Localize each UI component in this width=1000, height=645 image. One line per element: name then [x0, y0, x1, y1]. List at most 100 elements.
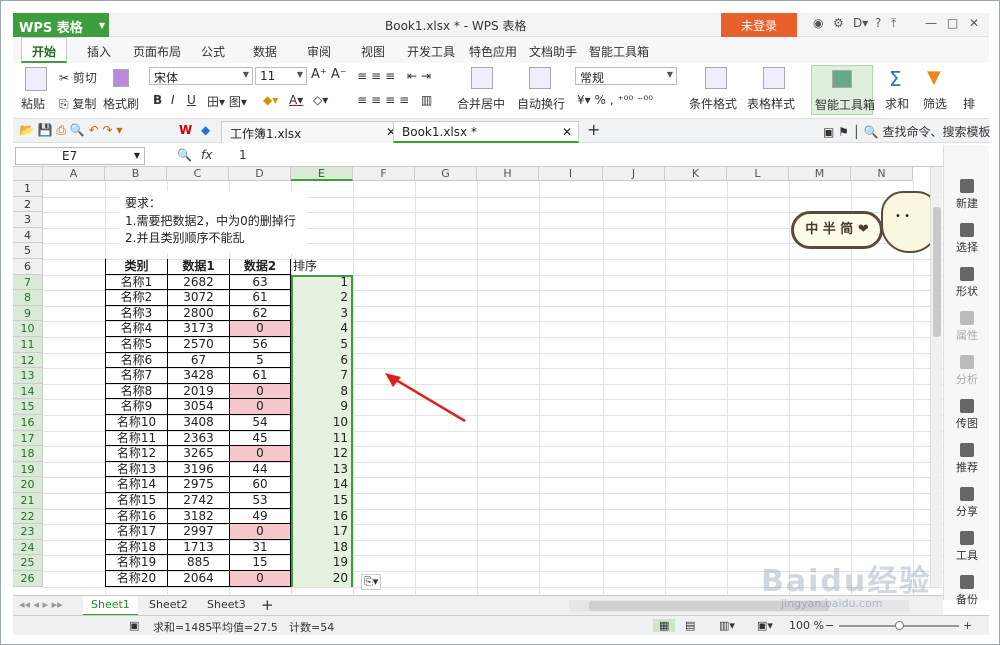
formula-input[interactable]: 1: [239, 148, 247, 162]
paste-options-icon[interactable]: ⎘▾: [361, 574, 382, 590]
add-sheet-icon[interactable]: +: [261, 596, 274, 614]
column-header-m[interactable]: M: [789, 167, 851, 181]
column-header-g[interactable]: G: [415, 167, 477, 181]
table-cell[interactable]: 3428: [167, 368, 229, 384]
table-cell[interactable]: 31: [229, 539, 291, 556]
cut-button[interactable]: ✂ 剪切: [59, 69, 97, 86]
clear-format-icon[interactable]: ◇▾: [313, 93, 328, 107]
table-header-cell[interactable]: 数据2: [229, 259, 291, 275]
table-cell[interactable]: 62: [229, 305, 291, 322]
table-cell[interactable]: 名称10: [105, 415, 167, 431]
row-header[interactable]: 18: [13, 446, 43, 462]
row-header[interactable]: 24: [13, 539, 43, 556]
tab-view[interactable]: 视图: [361, 43, 385, 60]
table-cell[interactable]: 名称18: [105, 539, 167, 556]
table-cell[interactable]: 3182: [167, 508, 229, 525]
normal-view-icon[interactable]: ▦: [653, 619, 676, 632]
table-cell[interactable]: 名称7: [105, 368, 167, 384]
rank-cell[interactable]: 16: [291, 508, 353, 525]
search-command-box[interactable]: ▣ ⚑ │ 🔍 查找命令、搜索模板: [823, 123, 991, 140]
table-cell[interactable]: 5: [229, 352, 291, 369]
row-header[interactable]: 8: [13, 290, 43, 306]
table-cell[interactable]: 3265: [167, 446, 229, 462]
tab-smart-toolbox[interactable]: 智能工具箱: [589, 43, 649, 60]
reading-view-icon[interactable]: ▣▾: [757, 619, 773, 632]
rank-cell[interactable]: 8: [291, 383, 353, 400]
rank-cell[interactable]: 1: [291, 274, 353, 291]
tab-review[interactable]: 审阅: [307, 43, 331, 60]
table-cell[interactable]: 2742: [167, 493, 229, 509]
table-cell[interactable]: 63: [229, 274, 291, 291]
rank-cell[interactable]: 4: [291, 321, 353, 337]
zoom-slider-thumb[interactable]: [895, 621, 904, 630]
rank-cell[interactable]: 14: [291, 477, 353, 493]
font-size-select[interactable]: 11 ▼: [255, 67, 307, 85]
table-cell[interactable]: 2019: [167, 383, 229, 400]
wps-icon[interactable]: W: [179, 123, 192, 137]
cloud-icon[interactable]: ◆: [201, 123, 210, 137]
tab-developer[interactable]: 开发工具: [407, 43, 455, 60]
table-cell[interactable]: 名称5: [105, 337, 167, 353]
row-header[interactable]: 13: [13, 368, 43, 384]
name-box[interactable]: E7 ▼: [15, 147, 145, 165]
sidebar-item-1[interactable]: 新建: [944, 179, 990, 211]
format-painter-button[interactable]: 格式刷: [103, 95, 139, 112]
table-cell[interactable]: 3173: [167, 321, 229, 337]
row-header[interactable]: 12: [13, 352, 43, 369]
quick-access-icons[interactable]: 📂 💾 ⎙ 🔍 ↶ ↷ ▾: [19, 123, 122, 138]
table-cell[interactable]: 3196: [167, 461, 229, 478]
table-cell[interactable]: 53: [229, 493, 291, 509]
row-header[interactable]: 23: [13, 524, 43, 540]
table-cell[interactable]: 61: [229, 368, 291, 384]
table-cell[interactable]: 0: [229, 321, 291, 337]
align-horizontal-icons[interactable]: ≡≡≡≡ ▥: [357, 93, 436, 107]
new-tab-icon[interactable]: +: [587, 120, 600, 139]
minimize-button[interactable]: —: [925, 16, 937, 30]
rank-cell[interactable]: 7: [291, 368, 353, 384]
table-cell[interactable]: 2682: [167, 274, 229, 291]
merge-center-button[interactable]: 合并居中: [457, 95, 505, 112]
zoom-in-icon[interactable]: +: [963, 619, 972, 632]
column-header-f[interactable]: F: [353, 167, 415, 181]
sidebar-item-7[interactable]: 推荐: [944, 443, 990, 475]
table-style-icon[interactable]: [763, 67, 785, 89]
row-header[interactable]: 25: [13, 555, 43, 571]
rank-cell[interactable]: 6: [291, 352, 353, 369]
page-break-view-icon[interactable]: ▥▾: [719, 619, 735, 632]
number-format-icons[interactable]: ¥▾ % ‚ ⁺⁰⁰ ⁻⁰⁰: [577, 93, 653, 107]
table-cell[interactable]: 名称12: [105, 446, 167, 462]
sidebar-item-6[interactable]: 传图: [944, 399, 990, 431]
table-cell[interactable]: 名称6: [105, 352, 167, 369]
row-header[interactable]: 26: [13, 571, 43, 587]
column-header-i[interactable]: I: [539, 167, 603, 181]
column-header-h[interactable]: H: [477, 167, 539, 181]
rank-cell[interactable]: 3: [291, 305, 353, 322]
table-cell[interactable]: 44: [229, 461, 291, 478]
tab-insert[interactable]: 插入: [87, 43, 111, 60]
sheet-tab-3[interactable]: Sheet3: [199, 596, 254, 616]
table-header-cell[interactable]: 数据1: [167, 259, 229, 275]
rank-cell[interactable]: 15: [291, 493, 353, 509]
pin-icon[interactable]: ⤒: [891, 16, 896, 31]
table-cell[interactable]: 3054: [167, 399, 229, 415]
column-header-c[interactable]: C: [167, 167, 229, 181]
sidebar-item-4[interactable]: 属性: [944, 311, 990, 343]
table-cell[interactable]: 名称4: [105, 321, 167, 337]
close-icon[interactable]: ✕: [562, 125, 572, 139]
table-cell[interactable]: 49: [229, 508, 291, 525]
zoom-formula-icon[interactable]: 🔍: [177, 148, 192, 162]
login-button[interactable]: 未登录: [721, 13, 797, 37]
row-header[interactable]: 21: [13, 493, 43, 509]
sidebar-item-2[interactable]: 选择: [944, 223, 990, 255]
table-cell[interactable]: 0: [229, 399, 291, 415]
sheet-tab-1[interactable]: Sheet1: [83, 596, 138, 616]
font-family-select[interactable]: 宋体 ▼: [149, 67, 253, 85]
maximize-button[interactable]: □: [947, 16, 958, 30]
merge-icon[interactable]: [471, 67, 493, 89]
rank-cell[interactable]: 12: [291, 446, 353, 462]
page-layout-view-icon[interactable]: ▤: [685, 619, 695, 632]
column-header-n[interactable]: N: [851, 167, 913, 181]
tab-home[interactable]: 开始: [21, 37, 68, 63]
brush-icon[interactable]: [113, 69, 129, 87]
row-header[interactable]: 7: [13, 274, 43, 291]
